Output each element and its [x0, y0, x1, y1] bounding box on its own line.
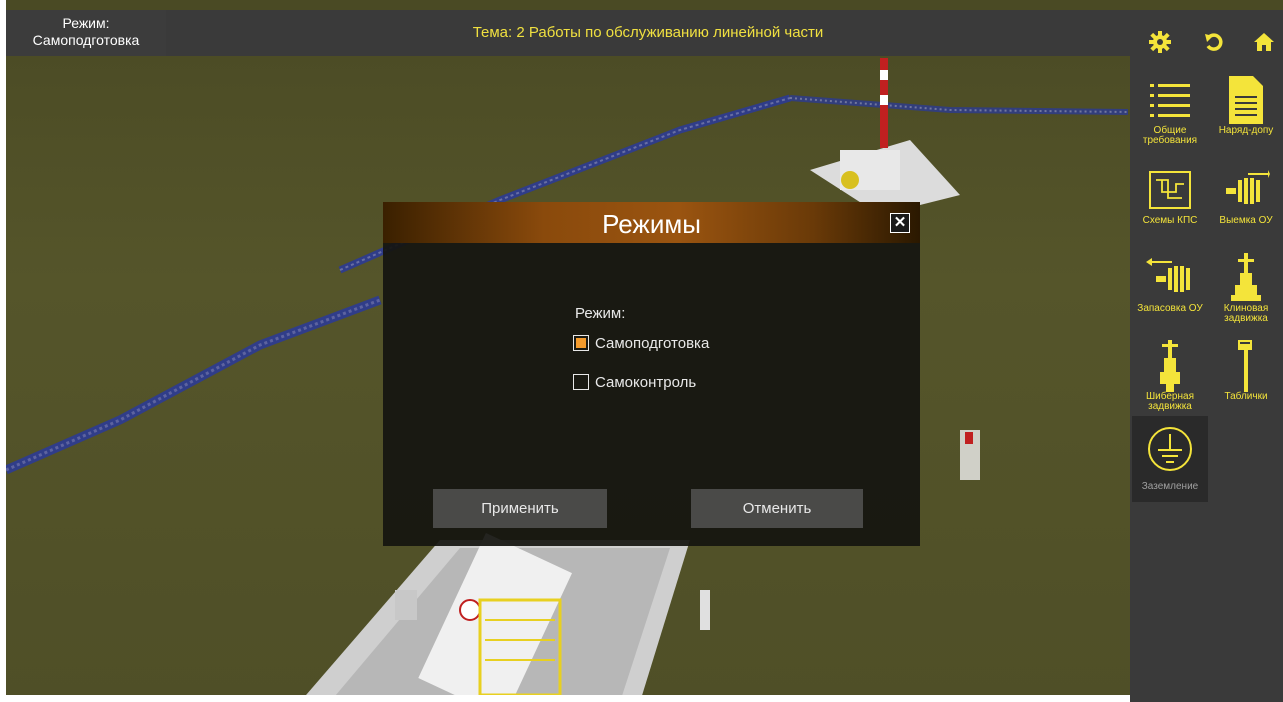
option-self-control[interactable]: Самоконтроль — [573, 372, 696, 392]
tool-label: Клиновая задвижка — [1223, 303, 1269, 324]
apply-button[interactable]: Применить — [433, 489, 607, 528]
tool-label: Таблички — [1224, 391, 1268, 402]
insert-device-icon — [1132, 252, 1208, 304]
dialog-title: Режимы — [602, 209, 701, 239]
gear-icon[interactable] — [1146, 28, 1174, 56]
tool-kps-schemes[interactable]: Схемы КПС — [1132, 164, 1208, 246]
current-mode-indicator: Режим: Самоподготовка — [6, 10, 166, 56]
tool-label: Шиберная задвижка — [1146, 391, 1194, 412]
tools-sidebar: Общие требования Наряд-допу Схемы КПС Вы… — [1130, 56, 1283, 702]
mode-label: Режим: — [575, 305, 626, 322]
topic-title-bar: Тема: 2 Работы по обслуживанию линейной … — [166, 10, 1130, 56]
tool-gate-valve[interactable]: Шиберная задвижка — [1132, 340, 1208, 422]
option-self-preparation[interactable]: Самоподготовка — [573, 333, 709, 353]
bottom-margin — [0, 695, 1283, 702]
option-label: Самоподготовка — [595, 334, 710, 352]
tool-label: Запасовка ОУ — [1137, 303, 1203, 314]
undo-icon[interactable] — [1200, 28, 1228, 56]
close-icon: ✕ — [893, 214, 907, 231]
tool-label: Общие требования — [1142, 125, 1198, 146]
tool-general-requirements[interactable]: Общие требования — [1132, 74, 1208, 156]
tool-label: Выемка ОУ — [1219, 215, 1273, 226]
top-toolbar — [1130, 10, 1283, 56]
checkbox-self-preparation[interactable] — [573, 335, 589, 351]
extract-device-icon — [1208, 164, 1283, 216]
home-icon[interactable] — [1250, 28, 1278, 56]
tool-insert-device[interactable]: Запасовка ОУ — [1132, 252, 1208, 334]
mode-value: Самоподготовка — [32, 32, 140, 48]
wedge-valve-icon — [1208, 252, 1283, 304]
tool-label: Схемы КПС — [1142, 215, 1198, 226]
modes-dialog: Режимы ✕ Режим: Самоподготовка Самоконтр… — [383, 202, 920, 546]
ground-icon — [1132, 416, 1208, 482]
tool-work-permit[interactable]: Наряд-допу — [1208, 74, 1283, 156]
mode-caption: Режим: — [62, 15, 110, 31]
tool-wedge-valve[interactable]: Клиновая задвижка — [1208, 252, 1283, 334]
left-margin — [0, 0, 6, 702]
cancel-button[interactable]: Отменить — [691, 489, 863, 528]
close-button[interactable]: ✕ — [890, 213, 910, 233]
tool-extract-device[interactable]: Выемка ОУ — [1208, 164, 1283, 246]
tool-signs[interactable]: Таблички — [1208, 340, 1283, 422]
scheme-icon — [1132, 164, 1208, 216]
document-icon — [1208, 74, 1283, 126]
checkbox-self-control[interactable] — [573, 374, 589, 390]
tool-grounding[interactable]: Заземление — [1132, 416, 1208, 502]
topic-title: Тема: 2 Работы по обслуживанию линейной … — [472, 24, 824, 41]
tool-label: Наряд-допу — [1218, 125, 1274, 136]
tool-label: Заземление — [1141, 481, 1199, 492]
sign-icon — [1208, 340, 1283, 392]
option-label: Самоконтроль — [595, 373, 697, 391]
gate-valve-icon — [1132, 340, 1208, 392]
list-icon — [1132, 74, 1208, 126]
